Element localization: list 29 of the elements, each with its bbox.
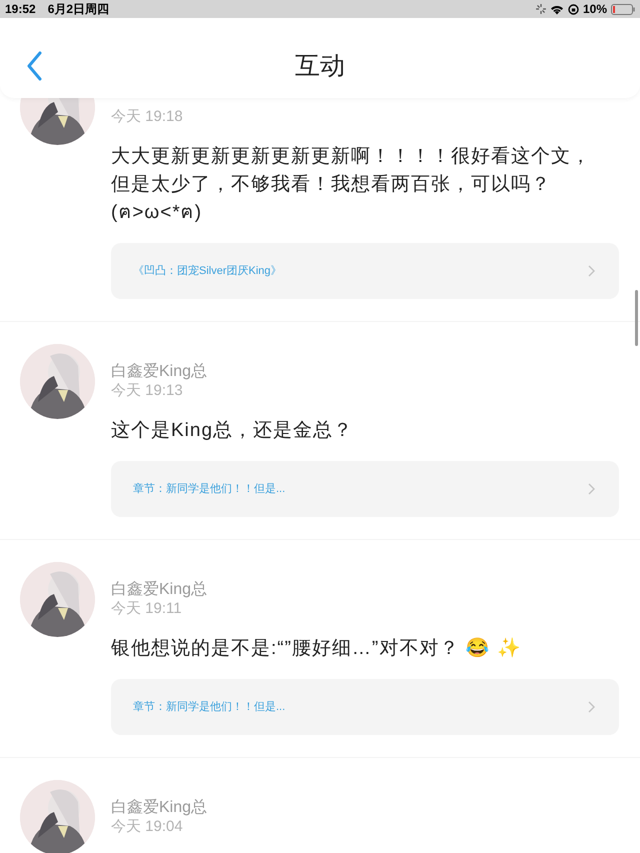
comment-text: 大大更新更新更新更新更新啊！！！！很好看这个文，但是太少了，不够我看！我想看两百张，可以吗？(ฅ>ω<*ฅ)	[111, 145, 591, 225]
chapter-link[interactable]: 章节：新同学是他们！！但是...	[111, 679, 619, 735]
comment-text: 这个是King总，还是金总？	[111, 419, 354, 443]
author-name: 白鑫爱King总	[111, 798, 208, 818]
scroll-bar	[635, 290, 638, 346]
chevron-right-icon	[588, 265, 595, 277]
comment-time: 今天 19:04	[111, 818, 184, 836]
chapter-link[interactable]: 《凹凸：团宠Silver团厌King》	[111, 243, 619, 299]
chevron-right-icon	[588, 701, 595, 713]
status-date: 6月2日周四	[48, 1, 110, 18]
page-title: 互动	[294, 51, 346, 82]
battery-icon	[611, 4, 635, 14]
battery-percent: 10%	[582, 1, 607, 18]
comment-text: 银他想说的是不是:“”腰好细…”对不对？ 😂 ✨	[111, 636, 523, 661]
comment-time: 今天 19:13	[111, 382, 184, 400]
chapter-title: 章节：新同学是他们！！但是...	[133, 482, 286, 497]
orientation-lock-icon	[568, 4, 579, 14]
back-icon	[26, 51, 42, 81]
chapter-title: 《凹凸：团宠Silver团厌King》	[133, 264, 283, 279]
comment-time: 今天 19:18	[111, 108, 184, 126]
chapter-title: 章节：新同学是他们！！但是...	[133, 700, 286, 715]
chevron-right-icon	[588, 483, 595, 495]
author-name: 白鑫爱King总	[111, 362, 208, 382]
chapter-link[interactable]: 章节：新同学是他们！！但是...	[111, 461, 619, 517]
comment-time: 今天 19:11	[111, 600, 183, 618]
loading-icon	[536, 4, 546, 14]
author-name: 白鑫爱King总	[111, 580, 208, 600]
wifi-icon	[550, 4, 564, 14]
status-time: 19:52	[5, 1, 36, 18]
